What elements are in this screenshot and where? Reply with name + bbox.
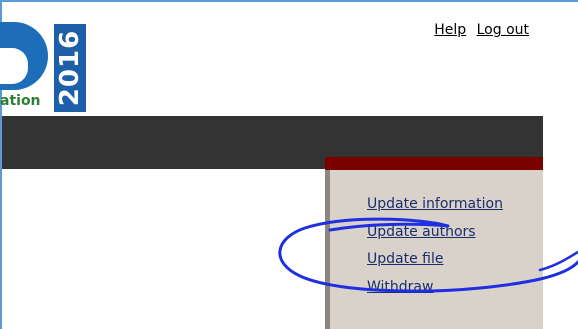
menu-item-update-information: Update information: [367, 194, 503, 222]
header-links: Help Log out: [434, 22, 529, 38]
submission-actions-menu: Update information Update authors Update…: [367, 194, 503, 304]
help-link[interactable]: Help: [434, 22, 466, 38]
logout-link[interactable]: Log out: [477, 22, 529, 38]
logo-tagline: ation: [0, 93, 41, 109]
window-frame-top: [0, 0, 578, 2]
panel-left-shadow: [325, 170, 330, 329]
logo-letter-d: [0, 22, 48, 90]
update-authors-link[interactable]: Update authors: [367, 224, 476, 240]
submission-actions-panel: Update information Update authors Update…: [325, 157, 543, 329]
conference-logo[interactable]: 2016 ation: [0, 12, 120, 112]
menu-item-update-authors: Update authors: [367, 222, 503, 250]
logo-year-badge: 2016: [54, 24, 86, 112]
update-file-link[interactable]: Update file: [367, 251, 443, 267]
menu-item-update-file: Update file: [367, 249, 503, 277]
update-information-link[interactable]: Update information: [367, 196, 503, 212]
menu-item-withdraw: Withdraw: [367, 277, 503, 305]
logo-year-text: 2016: [55, 29, 85, 107]
withdraw-link[interactable]: Withdraw: [367, 279, 433, 295]
panel-header-bar: [325, 157, 543, 170]
